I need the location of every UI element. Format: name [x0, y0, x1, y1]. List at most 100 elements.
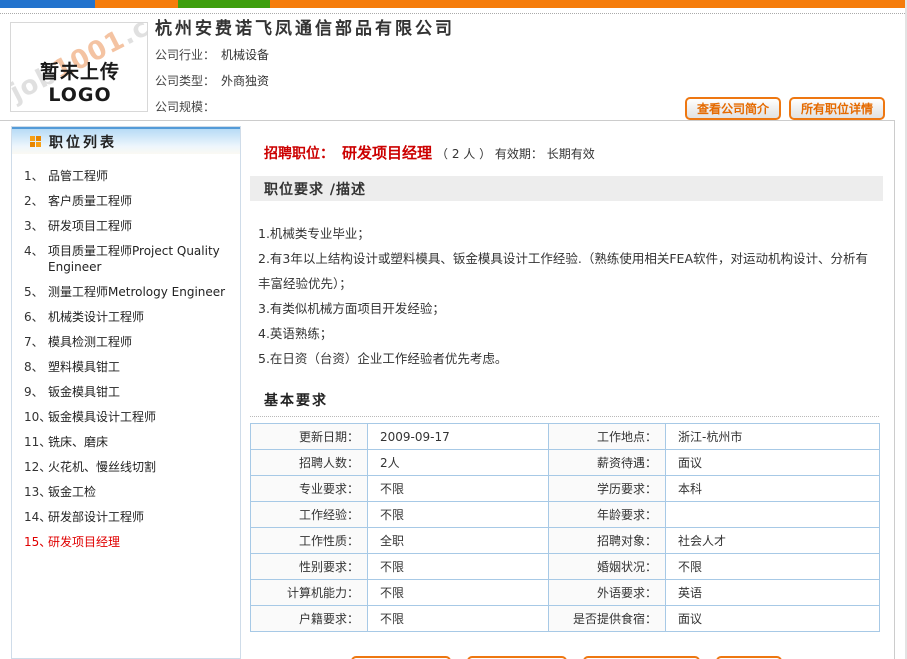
top-color-bar: [0, 0, 907, 8]
job-list-item-11[interactable]: 11、铣床、磨床: [18, 434, 234, 450]
job-list-item-14[interactable]: 14、研发部设计工程师: [18, 509, 234, 525]
view-company-intro-button[interactable]: 查看公司简介: [685, 97, 781, 120]
page: job1001.com 暂未上传LOGO 杭州安费诺飞凤通信部品有限公司 公司行…: [0, 0, 907, 659]
job-list-item-9[interactable]: 9、钣金模具钳工: [18, 384, 234, 400]
basic-requirements-title: 基本要求: [250, 390, 883, 410]
job-list: 1、品管工程师2、客户质量工程师3、研发项目工程师4、项目质量工程师Projec…: [12, 154, 240, 550]
job-item-label[interactable]: 钣金模具设计工程师: [48, 409, 234, 425]
job-item-number: 6、: [18, 309, 48, 325]
job-item-label[interactable]: 研发项目工程师: [48, 218, 234, 234]
basic-field-value: 社会人才: [666, 528, 880, 554]
basic-field-value: 2人: [368, 450, 549, 476]
job-item-label[interactable]: 项目质量工程师Project Quality Engineer: [48, 243, 234, 275]
job-requirement-line-2: 2.有3年以上结构设计或塑料模具、钣金模具设计工作经验.（熟练使用相关FEA软件…: [258, 246, 870, 296]
job-item-label[interactable]: 机械类设计工程师: [48, 309, 234, 325]
basic-field-value: [666, 502, 880, 528]
basic-field-label: 工作性质：: [251, 528, 368, 554]
basic-field-value: 2009-09-17: [368, 424, 549, 450]
basic-field-value: 浙江-杭州市: [666, 424, 880, 450]
topbar-segment-3: [270, 0, 907, 8]
basic-field-label: 更新日期：: [251, 424, 368, 450]
job-requirement-line-1: 1.机械类专业毕业；: [258, 221, 870, 246]
job-header-label: 招聘职位：: [264, 146, 334, 162]
job-item-number: 8、: [18, 359, 48, 375]
job-item-number: 2、: [18, 193, 48, 209]
job-list-item-6[interactable]: 6、机械类设计工程师: [18, 309, 234, 325]
job-item-label[interactable]: 研发部设计工程师: [48, 509, 234, 525]
basic-field-label: 专业要求：: [251, 476, 368, 502]
basic-field-label: 计算机能力：: [251, 580, 368, 606]
basic-field-value: 不限: [368, 554, 549, 580]
basic-field-label: 学历要求：: [549, 476, 666, 502]
basic-field-value: 面议: [666, 450, 880, 476]
topbar-segment-1: [95, 0, 178, 8]
company-name: 杭州安费诺飞凤通信部品有限公司: [155, 14, 455, 39]
job-list-item-5[interactable]: 5、测量工程师Metrology Engineer: [18, 284, 234, 300]
job-list-item-15[interactable]: 15、研发项目经理: [18, 534, 234, 550]
logo-placeholder-text: 暂未上传LOGO: [11, 57, 148, 106]
job-list-item-1[interactable]: 1、品管工程师: [18, 168, 234, 184]
topbar-segment-0: [0, 0, 95, 8]
job-item-number: 11、: [18, 434, 48, 450]
basic-field-label: 户籍要求：: [251, 606, 368, 632]
basic-field-label: 外语要求：: [549, 580, 666, 606]
job-requirement-line-3: 3.有类似机械方面项目开发经验；: [258, 296, 870, 321]
company-industry-label: 公司行业：: [155, 48, 215, 62]
basic-table-row-7: 计算机能力：不限外语要求：英语: [251, 580, 880, 606]
job-item-label[interactable]: 钣金模具钳工: [48, 384, 234, 400]
job-item-number: 3、: [18, 218, 48, 234]
job-item-number: 5、: [18, 284, 48, 300]
job-list-item-10[interactable]: 10、钣金模具设计工程师: [18, 409, 234, 425]
job-item-number: 7、: [18, 334, 48, 350]
job-item-number: 14、: [18, 509, 48, 525]
job-item-label[interactable]: 钣金工检: [48, 484, 234, 500]
job-list-title: 职位列表: [49, 132, 117, 152]
company-type-label: 公司类型：: [155, 74, 215, 88]
job-item-label[interactable]: 铣床、磨床: [48, 434, 234, 450]
basic-table-row-1: 更新日期：2009-09-17工作地点：浙江-杭州市: [251, 424, 880, 450]
job-item-label[interactable]: 研发项目经理: [48, 534, 234, 550]
job-item-label[interactable]: 模具检测工程师: [48, 334, 234, 350]
company-size-field: 公司规模：: [155, 98, 221, 115]
job-list-item-8[interactable]: 8、塑料模具钳工: [18, 359, 234, 375]
job-description-text: 1.机械类专业毕业；2.有3年以上结构设计或塑料模具、钣金模具设计工作经验.（熟…: [250, 221, 870, 371]
job-list-item-4[interactable]: 4、项目质量工程师Project Quality Engineer: [18, 243, 234, 275]
basic-field-value: 不限: [368, 606, 549, 632]
basic-field-label: 工作经验：: [251, 502, 368, 528]
job-list-item-3[interactable]: 3、研发项目工程师: [18, 218, 234, 234]
basic-field-label: 性别要求：: [251, 554, 368, 580]
basic-table-row-2: 招聘人数：2人薪资待遇：面议: [251, 450, 880, 476]
basic-field-label: 工作地点：: [549, 424, 666, 450]
job-item-number: 13、: [18, 484, 48, 500]
basic-field-label: 招聘人数：: [251, 450, 368, 476]
basic-field-value: 面议: [666, 606, 880, 632]
company-type-field: 公司类型：外商独资: [155, 72, 269, 89]
job-item-label[interactable]: 火花机、慢丝线切割: [48, 459, 234, 475]
company-industry-value: 机械设备: [221, 48, 269, 62]
job-list-header: 职位列表: [12, 127, 240, 154]
job-list-item-7[interactable]: 7、模具检测工程师: [18, 334, 234, 350]
job-list-item-12[interactable]: 12、火花机、慢丝线切割: [18, 459, 234, 475]
basic-field-label: 是否提供食宿：: [549, 606, 666, 632]
job-description-section-title: 职位要求 /描述: [264, 179, 366, 199]
basic-field-value: 全职: [368, 528, 549, 554]
basic-field-value: 本科: [666, 476, 880, 502]
job-item-label[interactable]: 塑料模具钳工: [48, 359, 234, 375]
job-title: 研发项目经理: [342, 144, 432, 162]
basic-table-row-5: 工作性质：全职招聘对象：社会人才: [251, 528, 880, 554]
job-item-label[interactable]: 测量工程师Metrology Engineer: [48, 284, 234, 300]
basic-field-value: 英语: [666, 580, 880, 606]
basic-requirements-table: 更新日期：2009-09-17工作地点：浙江-杭州市招聘人数：2人薪资待遇：面议…: [250, 423, 880, 632]
job-description-section-header: 职位要求 /描述: [250, 176, 883, 201]
job-list-item-13[interactable]: 13、钣金工检: [18, 484, 234, 500]
basic-table-row-6: 性别要求：不限婚姻状况：不限: [251, 554, 880, 580]
job-header: 招聘职位：研发项目经理（ 2 人 ） 有效期： 长期有效: [250, 142, 883, 163]
basic-field-label: 薪资待遇：: [549, 450, 666, 476]
job-list-item-2[interactable]: 2、客户质量工程师: [18, 193, 234, 209]
job-item-number: 15、: [18, 534, 48, 550]
job-item-label[interactable]: 客户质量工程师: [48, 193, 234, 209]
all-jobs-detail-button[interactable]: 所有职位详情: [789, 97, 885, 120]
company-size-label: 公司规模：: [155, 100, 215, 114]
job-item-label[interactable]: 品管工程师: [48, 168, 234, 184]
grid-icon: [30, 136, 41, 147]
